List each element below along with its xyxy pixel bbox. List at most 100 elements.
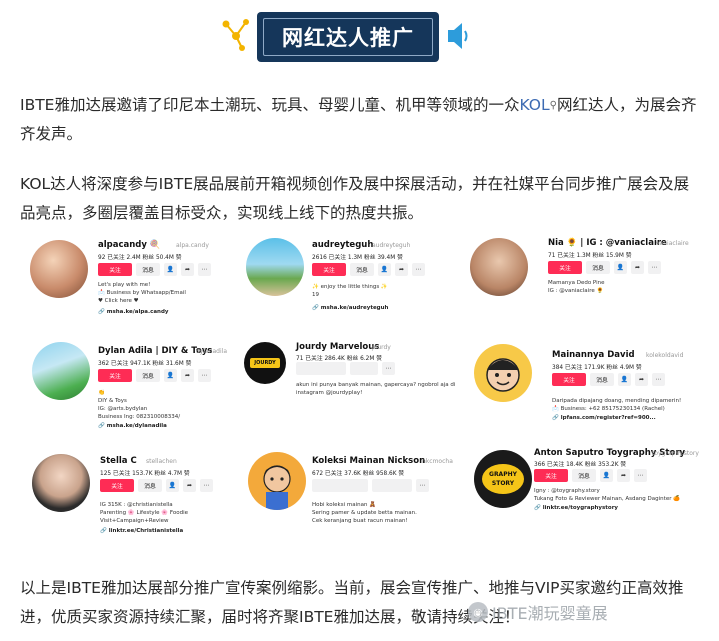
profile-stats: 125 已关注 153.7K 粉丝 4.7M 赞 [100,471,190,477]
profile-link[interactable]: 🔗 linktr.ee/Christianistella [100,528,183,534]
message-button[interactable]: 消息 [138,479,162,492]
more-icon[interactable]: ⋯ [198,263,211,276]
add-friend-icon[interactable]: 👤 [614,261,627,274]
profile-bio: Hobi koleksi mainan 🧸 Sering pamer & upd… [312,502,417,524]
follow-button[interactable]: 关注 [534,469,568,482]
share-icon[interactable]: ➦ [183,479,196,492]
profile-link[interactable]: 🔗 msha.ke/audreyteguh [312,305,388,311]
profile-card: alpacandy 🍭 alpa.candy 92 已关注 2.4M 粉丝 50… [18,232,243,332]
follow-button[interactable] [296,362,346,375]
profile-handle: jourdy [372,344,391,351]
profile-handle: dylanadila [196,348,228,355]
title-box: 网红达人推广 [257,12,439,62]
follow-button[interactable]: 关注 [548,261,582,274]
profile-name: Koleksi Mainan Nickson [312,456,426,466]
share-icon[interactable]: ➦ [635,373,648,386]
add-friend-icon[interactable]: 👤 [164,369,177,382]
more-icon[interactable]: ⋯ [198,369,211,382]
kol-profile-grid: alpacandy 🍭 alpa.candy 92 已关注 2.4M 粉丝 50… [18,232,702,550]
profile-stats: 2616 已关注 1.3M 粉丝 39.4M 赞 [312,255,403,261]
search-icon[interactable]: ⚲ [550,91,557,120]
avatar [30,240,88,298]
avatar [248,452,306,510]
avatar: GRAPHY STORY [474,450,532,508]
profile-link[interactable]: 🔗 msha.ke/dylanadila [98,423,167,429]
profile-card: audreyteguh audreyteguh 2616 已关注 1.3M 粉丝… [244,232,469,332]
message-button[interactable]: 消息 [136,263,160,276]
message-button[interactable]: 消息 [572,469,596,482]
share-icon[interactable]: ➦ [395,263,408,276]
more-icon[interactable]: ⋯ [416,479,429,492]
profile-stats: 362 已关注 947.1K 粉丝 31.6M 赞 [98,361,192,367]
profile-name: alpacandy 🍭 [98,240,161,250]
message-button[interactable]: 消息 [590,373,614,386]
profile-bio: Mamanya Dedo Pine IG : @vaniaclaire 🌻 [548,280,605,294]
profile-link[interactable]: 🔗 linktr.ee/toygraphystory [534,505,618,511]
add-friend-icon[interactable]: 👤 [600,469,613,482]
message-button[interactable] [372,479,412,492]
profile-handle: audreyteguh [372,242,411,249]
profile-name: Nia 🌻 | IG : @vaniaclaire [548,238,667,248]
wechat-icon: ◉ [468,602,488,622]
more-icon[interactable]: ⋯ [634,469,647,482]
share-icon[interactable]: ➦ [617,469,630,482]
more-icon[interactable]: ⋯ [648,261,661,274]
network-icon [222,19,249,51]
follow-button[interactable]: 关注 [552,373,586,386]
profile-link[interactable]: 🔗 lpfans.com/register?ref=900... [552,415,656,421]
profile-handle: alpa.candy [176,242,209,249]
cartoon-boy-icon [263,465,291,510]
profile-bio: IG 315K : @christianistella Parenting 🌸 … [100,502,189,524]
more-icon[interactable]: ⋯ [412,263,425,276]
message-button[interactable]: 消息 [586,261,610,274]
profile-bio: Igny : @toygraphy.story Tukang Foto & Re… [534,488,681,502]
message-button[interactable] [350,362,378,375]
watermark: ◉ IBTE潮玩婴童展 [468,600,608,624]
avatar [32,454,90,512]
profile-bio: 👏 DIY & Toys IG: @arts.bydylan Business … [98,390,181,420]
follow-button[interactable]: 关注 [98,263,132,276]
profile-bio: Let's play with me! 📩 Business by Whatsa… [98,282,186,304]
more-icon[interactable]: ⋯ [652,373,665,386]
watermark-text: IBTE潮玩婴童展 [492,604,608,623]
profile-handle: stellachen [146,458,177,465]
share-icon[interactable]: ➦ [631,261,644,274]
speaker-icon [448,23,468,49]
intro-paragraph: IBTE雅加达展邀请了印尼本土潮玩、玩具、母婴儿童、机甲等领域的一众KOL⚲网红… [20,91,700,149]
share-icon[interactable]: ➦ [181,263,194,276]
follow-button[interactable]: 关注 [100,479,134,492]
profile-handle: vaniaclaire [656,240,689,247]
profile-name: audreyteguh [312,240,374,250]
add-friend-icon[interactable]: 👤 [166,479,179,492]
cartoon-face-icon [486,358,520,392]
more-icon[interactable]: ⋯ [200,479,213,492]
follow-button[interactable]: 关注 [98,369,132,382]
profile-handle: toygraphy.story [652,450,699,457]
avatar [470,238,528,296]
follow-button[interactable] [312,479,368,492]
kol-link[interactable]: KOL [519,96,549,114]
profile-stats: 71 已关注 286.4K 粉丝 6.2M 赞 [296,356,382,362]
add-friend-icon[interactable]: 👤 [378,263,391,276]
avatar [474,344,532,402]
section-title: 网红达人推广 [282,26,414,50]
profile-name: Jourdy Marvelous [296,342,380,352]
profile-bio: ✨ enjoy the little things ✨ 19 [312,284,388,298]
profile-card: Mainannya David kolekoldavid 384 已关注 171… [470,338,702,438]
share-icon[interactable]: ➦ [181,369,194,382]
profile-link[interactable]: 🔗 msha.ke/alpa.candy [98,309,168,315]
profile-card: Dylan Adila | DIY & Toys dylanadila 362 … [18,338,243,438]
kol-description-paragraph: KOL达人将深度参与IBTE展品展前开箱视频创作及展中探展活动，并在社媒平台同步… [20,175,690,222]
profile-stats: 384 已关注 171.9K 粉丝 4.9M 赞 [552,365,642,371]
message-button[interactable]: 消息 [350,263,374,276]
add-friend-icon[interactable]: 👤 [164,263,177,276]
profile-stats: 71 已关注 1.3M 粉丝 15.9M 赞 [548,253,632,259]
follow-button[interactable]: 关注 [312,263,346,276]
more-icon[interactable]: ⋯ [382,362,395,375]
add-friend-icon[interactable]: 👤 [618,373,631,386]
avatar: JOURDY [244,342,286,384]
section-header: 网红达人推广 [0,8,719,66]
message-button[interactable]: 消息 [136,369,160,382]
profile-card: JOURDY Jourdy Marvelous jourdy 71 已关注 28… [244,338,469,438]
profile-card: GRAPHY STORY Anton Saputro Toygraphy Stor… [470,446,702,550]
